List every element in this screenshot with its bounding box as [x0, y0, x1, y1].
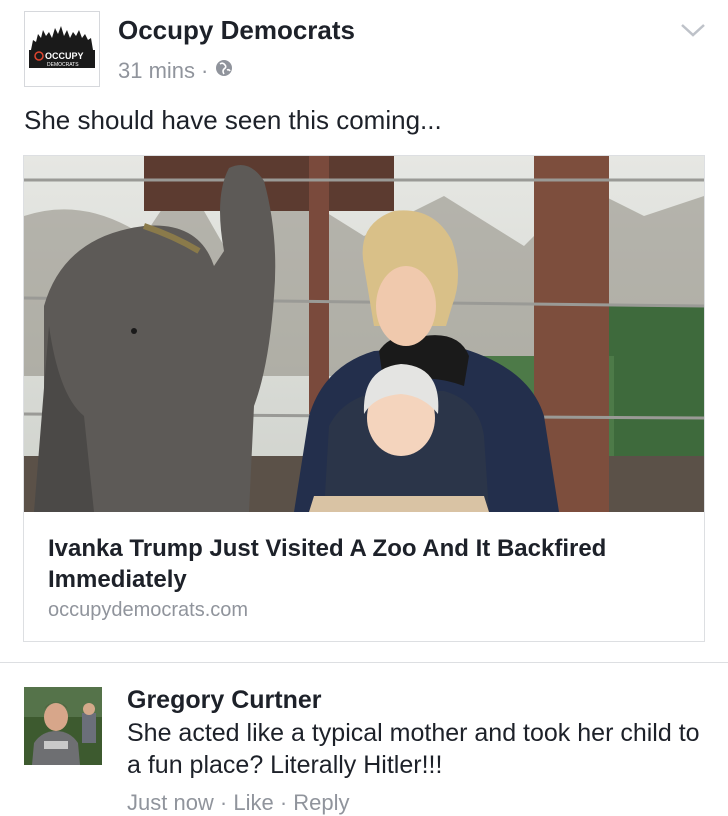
link-title[interactable]: Ivanka Trump Just Visited A Zoo And It B… [48, 533, 678, 595]
commenter-name[interactable]: Gregory Curtner [127, 686, 321, 715]
chevron-down-icon[interactable] [680, 20, 706, 40]
link-preview-card[interactable]: Ivanka Trump Just Visited A Zoo And It B… [23, 155, 705, 642]
link-domain: occupydemocrats.com [48, 599, 249, 621]
link-preview-image [24, 156, 704, 512]
comment-actions[interactable]: Just now · Like · Reply [127, 790, 350, 816]
occupy-democrats-logo: OCCUPY DEMOCRATS [29, 26, 95, 68]
comment-text: She acted like a typical mother and took… [127, 719, 700, 779]
page-name[interactable]: Occupy Democrats [118, 15, 355, 46]
divider [0, 662, 728, 663]
post-text: She should have seen this coming... [24, 105, 442, 135]
post-header: OCCUPY DEMOCRATS Occupy Democrats 31 min… [0, 0, 728, 100]
svg-text:OCCUPY: OCCUPY [45, 51, 84, 61]
commenter-avatar[interactable] [24, 687, 102, 765]
comment: Gregory Curtner She acted like a typical… [0, 670, 728, 815]
meta-separator: · [201, 58, 209, 83]
svg-text:DEMOCRATS: DEMOCRATS [47, 62, 79, 68]
globe-icon [214, 58, 234, 84]
page-avatar[interactable]: OCCUPY DEMOCRATS [24, 11, 100, 87]
post-meta: 31 mins · [118, 58, 234, 84]
post-timestamp[interactable]: 31 mins [118, 58, 195, 84]
